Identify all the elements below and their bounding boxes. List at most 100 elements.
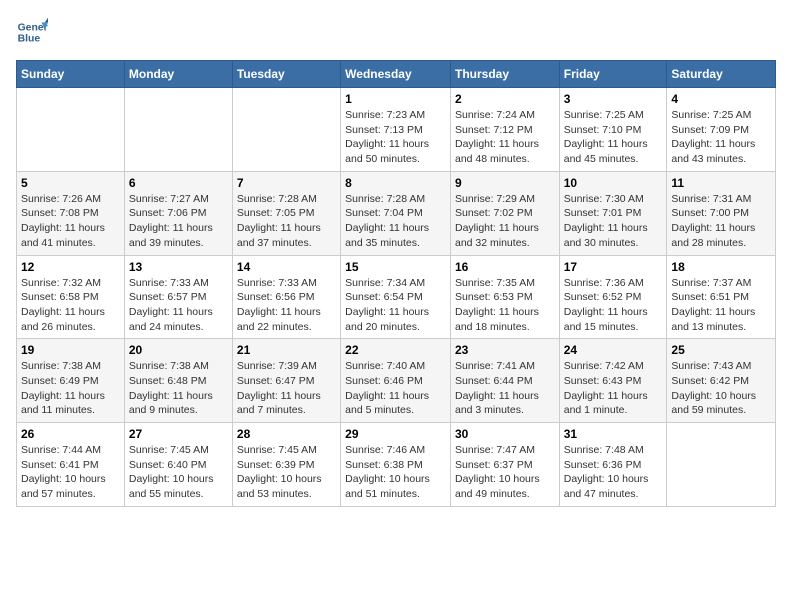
- calendar-cell: 29Sunrise: 7:46 AM Sunset: 6:38 PM Dayli…: [341, 423, 451, 507]
- calendar-cell: 24 Sunrise: 7:42 AM Sunset: 6:43 PM Dayli…: [559, 339, 667, 423]
- day-info: Sunrise: 7:47 AM Sunset: 6:37 PM Dayligh…: [455, 443, 555, 502]
- svg-text:Blue: Blue: [18, 34, 41, 45]
- logo-icon: General Blue: [16, 16, 48, 48]
- day-number: 2: [455, 92, 555, 106]
- day-info: Sunrise: 7:34 AM Sunset: 6:54 PM Dayligh…: [345, 276, 446, 335]
- day-info: Sunrise: 7:42 AM Sunset: 6:43 PM Dayligh…: [564, 359, 663, 418]
- page-header: General Blue: [16, 16, 776, 48]
- day-number: 13: [129, 260, 228, 274]
- day-info: Sunrise: 7:46 AM Sunset: 6:38 PM Dayligh…: [345, 443, 446, 502]
- day-number: 7: [237, 176, 336, 190]
- day-info: Sunrise: 7:33 AM Sunset: 6:56 PM Dayligh…: [237, 276, 336, 335]
- day-info: Sunrise: 7:38 AM Sunset: 6:49 PM Dayligh…: [21, 359, 120, 418]
- day-number: 9: [455, 176, 555, 190]
- day-info: Sunrise: 7:32 AM Sunset: 6:58 PM Dayligh…: [21, 276, 120, 335]
- calendar-cell: 18 Sunrise: 7:37 AM Sunset: 6:51 PM Dayli…: [667, 255, 776, 339]
- day-number: 18: [671, 260, 771, 274]
- day-number: 17: [564, 260, 663, 274]
- calendar-cell: 5Sunrise: 7:26 AM Sunset: 7:08 PM Daylig…: [17, 171, 125, 255]
- day-info: Sunrise: 7:43 AM Sunset: 6:42 PM Dayligh…: [671, 359, 771, 418]
- calendar-cell: 4Sunrise: 7:25 AM Sunset: 7:09 PM Daylig…: [667, 88, 776, 172]
- calendar-table: SundayMondayTuesdayWednesdayThursdayFrid…: [16, 60, 776, 507]
- day-number: 19: [21, 343, 120, 357]
- calendar-cell: [232, 88, 340, 172]
- calendar-cell: 3 Sunrise: 7:25 AM Sunset: 7:10 PM Daylig…: [559, 88, 667, 172]
- calendar-cell: 6 Sunrise: 7:27 AM Sunset: 7:06 PM Daylig…: [124, 171, 232, 255]
- logo: General Blue: [16, 16, 48, 48]
- day-number: 4: [671, 92, 771, 106]
- calendar-cell: 14 Sunrise: 7:33 AM Sunset: 6:56 PM Dayli…: [232, 255, 340, 339]
- calendar-cell: 16 Sunrise: 7:35 AM Sunset: 6:53 PM Dayli…: [450, 255, 559, 339]
- weekday-header-wednesday: Wednesday: [341, 61, 451, 88]
- day-info: Sunrise: 7:25 AM Sunset: 7:10 PM Dayligh…: [564, 108, 663, 167]
- day-info: Sunrise: 7:35 AM Sunset: 6:53 PM Dayligh…: [455, 276, 555, 335]
- calendar-cell: [124, 88, 232, 172]
- day-info: Sunrise: 7:28 AM Sunset: 7:04 PM Dayligh…: [345, 192, 446, 251]
- day-info: Sunrise: 7:44 AM Sunset: 6:41 PM Dayligh…: [21, 443, 120, 502]
- day-number: 8: [345, 176, 446, 190]
- day-number: 20: [129, 343, 228, 357]
- calendar-cell: 31 Sunrise: 7:48 AM Sunset: 6:36 PM Dayli…: [559, 423, 667, 507]
- calendar-cell: 30 Sunrise: 7:47 AM Sunset: 6:37 PM Dayli…: [450, 423, 559, 507]
- calendar-week-3: 12 Sunrise: 7:32 AM Sunset: 6:58 PM Dayli…: [17, 255, 776, 339]
- day-number: 25: [671, 343, 771, 357]
- day-number: 5: [21, 176, 120, 190]
- weekday-header-sunday: Sunday: [17, 61, 125, 88]
- calendar-cell: 11Sunrise: 7:31 AM Sunset: 7:00 PM Dayli…: [667, 171, 776, 255]
- day-number: 15: [345, 260, 446, 274]
- day-number: 31: [564, 427, 663, 441]
- weekday-header-saturday: Saturday: [667, 61, 776, 88]
- weekday-header-row: SundayMondayTuesdayWednesdayThursdayFrid…: [17, 61, 776, 88]
- calendar-cell: 23 Sunrise: 7:41 AM Sunset: 6:44 PM Dayli…: [450, 339, 559, 423]
- calendar-cell: 26 Sunrise: 7:44 AM Sunset: 6:41 PM Dayli…: [17, 423, 125, 507]
- calendar-cell: [17, 88, 125, 172]
- calendar-cell: 9 Sunrise: 7:29 AM Sunset: 7:02 PM Daylig…: [450, 171, 559, 255]
- calendar-cell: 17 Sunrise: 7:36 AM Sunset: 6:52 PM Dayli…: [559, 255, 667, 339]
- day-info: Sunrise: 7:33 AM Sunset: 6:57 PM Dayligh…: [129, 276, 228, 335]
- day-number: 12: [21, 260, 120, 274]
- day-info: Sunrise: 7:30 AM Sunset: 7:01 PM Dayligh…: [564, 192, 663, 251]
- day-info: Sunrise: 7:23 AM Sunset: 7:13 PM Dayligh…: [345, 108, 446, 167]
- calendar-cell: 20 Sunrise: 7:38 AM Sunset: 6:48 PM Dayli…: [124, 339, 232, 423]
- calendar-cell: 21Sunrise: 7:39 AM Sunset: 6:47 PM Dayli…: [232, 339, 340, 423]
- calendar-cell: 22Sunrise: 7:40 AM Sunset: 6:46 PM Dayli…: [341, 339, 451, 423]
- calendar-cell: 10 Sunrise: 7:30 AM Sunset: 7:01 PM Dayli…: [559, 171, 667, 255]
- calendar-week-4: 19 Sunrise: 7:38 AM Sunset: 6:49 PM Dayli…: [17, 339, 776, 423]
- day-number: 3: [564, 92, 663, 106]
- day-info: Sunrise: 7:41 AM Sunset: 6:44 PM Dayligh…: [455, 359, 555, 418]
- day-number: 11: [671, 176, 771, 190]
- day-number: 23: [455, 343, 555, 357]
- weekday-header-monday: Monday: [124, 61, 232, 88]
- day-info: Sunrise: 7:48 AM Sunset: 6:36 PM Dayligh…: [564, 443, 663, 502]
- day-info: Sunrise: 7:28 AM Sunset: 7:05 PM Dayligh…: [237, 192, 336, 251]
- day-info: Sunrise: 7:45 AM Sunset: 6:39 PM Dayligh…: [237, 443, 336, 502]
- day-number: 21: [237, 343, 336, 357]
- calendar-cell: [667, 423, 776, 507]
- day-number: 1: [345, 92, 446, 106]
- calendar-cell: 19 Sunrise: 7:38 AM Sunset: 6:49 PM Dayli…: [17, 339, 125, 423]
- day-number: 14: [237, 260, 336, 274]
- day-number: 28: [237, 427, 336, 441]
- day-info: Sunrise: 7:45 AM Sunset: 6:40 PM Dayligh…: [129, 443, 228, 502]
- calendar-cell: 13 Sunrise: 7:33 AM Sunset: 6:57 PM Dayli…: [124, 255, 232, 339]
- day-info: Sunrise: 7:37 AM Sunset: 6:51 PM Dayligh…: [671, 276, 771, 335]
- calendar-cell: 15 Sunrise: 7:34 AM Sunset: 6:54 PM Dayli…: [341, 255, 451, 339]
- day-number: 30: [455, 427, 555, 441]
- day-info: Sunrise: 7:36 AM Sunset: 6:52 PM Dayligh…: [564, 276, 663, 335]
- day-info: Sunrise: 7:24 AM Sunset: 7:12 PM Dayligh…: [455, 108, 555, 167]
- calendar-cell: 2 Sunrise: 7:24 AM Sunset: 7:12 PM Daylig…: [450, 88, 559, 172]
- calendar-cell: 7 Sunrise: 7:28 AM Sunset: 7:05 PM Daylig…: [232, 171, 340, 255]
- day-number: 16: [455, 260, 555, 274]
- weekday-header-tuesday: Tuesday: [232, 61, 340, 88]
- weekday-header-friday: Friday: [559, 61, 667, 88]
- day-number: 26: [21, 427, 120, 441]
- day-number: 6: [129, 176, 228, 190]
- day-info: Sunrise: 7:29 AM Sunset: 7:02 PM Dayligh…: [455, 192, 555, 251]
- day-info: Sunrise: 7:27 AM Sunset: 7:06 PM Dayligh…: [129, 192, 228, 251]
- day-number: 22: [345, 343, 446, 357]
- day-number: 24: [564, 343, 663, 357]
- calendar-week-1: 1 Sunrise: 7:23 AM Sunset: 7:13 PM Daylig…: [17, 88, 776, 172]
- day-number: 27: [129, 427, 228, 441]
- day-info: Sunrise: 7:38 AM Sunset: 6:48 PM Dayligh…: [129, 359, 228, 418]
- day-number: 10: [564, 176, 663, 190]
